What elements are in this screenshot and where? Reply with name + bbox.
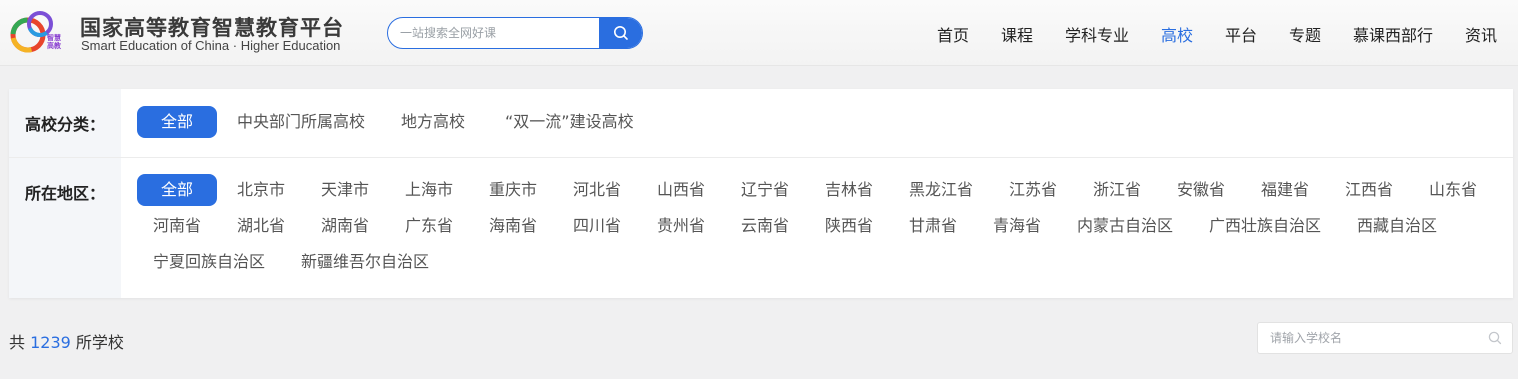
region-option[interactable]: 宁夏回族自治区 [153,246,265,278]
result-count-suffix: 所学校 [75,333,124,352]
result-count-prefix: 共 [9,333,26,352]
region-option[interactable]: 安徽省 [1177,174,1225,206]
filter-divider [9,157,1513,158]
region-option[interactable]: 广东省 [405,210,453,242]
region-option[interactable]: 黑龙江省 [909,174,973,206]
site-subtitle: Smart Education of China · Higher Educat… [81,38,341,53]
nav-item-platforms[interactable]: 平台 [1225,22,1257,46]
global-search-input[interactable] [388,18,600,48]
region-option[interactable]: 福建省 [1261,174,1309,206]
logo-text-line1: 智慧 [47,34,61,42]
region-option[interactable]: 江西省 [1345,174,1393,206]
region-option[interactable]: 山东省 [1429,174,1477,206]
region-option[interactable]: 陕西省 [825,210,873,242]
region-option[interactable]: 浙江省 [1093,174,1141,206]
category-option-all[interactable]: 全部 [137,106,217,138]
region-option[interactable]: 四川省 [573,210,621,242]
result-count: 共 1239 所学校 [9,329,124,353]
region-option[interactable]: 广西壮族自治区 [1209,210,1321,242]
region-option[interactable]: 山西省 [657,174,705,206]
result-count-number: 1239 [30,333,71,352]
nav-item-universities[interactable]: 高校 [1161,22,1193,46]
logo-badge-text: 智慧 高教 [47,34,61,50]
region-option[interactable]: 甘肃省 [909,210,957,242]
region-option[interactable]: 北京市 [237,174,285,206]
region-option[interactable]: 江苏省 [1009,174,1057,206]
region-option[interactable]: 河南省 [153,210,201,242]
filter-panel: 高校分类： 全部 中央部门所属高校 地方高校 “双一流”建设高校 所在地区： 全… [9,89,1513,298]
region-option[interactable]: 贵州省 [657,210,705,242]
category-filter-label: 高校分类： [25,115,106,134]
search-icon[interactable] [1488,331,1502,345]
region-option[interactable]: 云南省 [741,210,789,242]
nav-item-mooc-west[interactable]: 慕课西部行 [1353,22,1433,46]
region-option[interactable]: 青海省 [993,210,1041,242]
region-option[interactable]: 上海市 [405,174,453,206]
region-option[interactable]: 河北省 [573,174,621,206]
region-option[interactable]: 重庆市 [489,174,537,206]
nav-item-topics[interactable]: 专题 [1289,22,1321,46]
logo-text-line2: 高教 [47,42,61,50]
region-option[interactable]: 湖南省 [321,210,369,242]
region-filter-label: 所在地区： [25,184,106,203]
region-option-all[interactable]: 全部 [137,174,217,206]
global-search [387,17,643,49]
school-search-input[interactable] [1258,323,1478,353]
category-option-central[interactable]: 中央部门所属高校 [237,106,365,138]
region-option[interactable]: 天津市 [321,174,369,206]
region-option[interactable]: 湖北省 [237,210,285,242]
region-option[interactable]: 吉林省 [825,174,873,206]
region-option[interactable]: 新疆维吾尔自治区 [301,246,429,278]
category-option-local[interactable]: 地方高校 [401,106,465,138]
school-search [1257,322,1513,354]
region-option[interactable]: 西藏自治区 [1357,210,1437,242]
category-option-double-first-class[interactable]: “双一流”建设高校 [505,106,634,138]
region-option[interactable]: 内蒙古自治区 [1077,210,1173,242]
nav-item-majors[interactable]: 学科专业 [1065,22,1129,46]
nav-item-news[interactable]: 资讯 [1465,22,1497,46]
global-search-button[interactable] [599,18,642,48]
region-option[interactable]: 海南省 [489,210,537,242]
nav-item-courses[interactable]: 课程 [1001,22,1033,46]
nav-item-home[interactable]: 首页 [937,22,969,46]
search-icon [613,26,628,40]
region-option[interactable]: 辽宁省 [741,174,789,206]
top-header: 智慧 高教 国家高等教育智慧教育平台 Smart Education of Ch… [0,0,1518,66]
